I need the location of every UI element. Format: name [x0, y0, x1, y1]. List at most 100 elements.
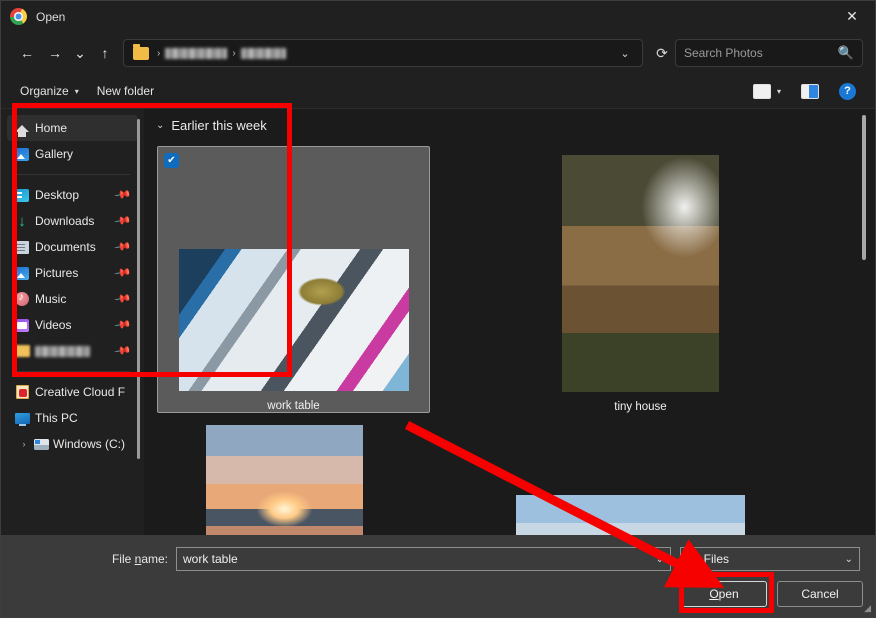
selection-checkbox[interactable]: ✔	[164, 153, 179, 168]
file-tile-tiny-house[interactable]: tiny house	[504, 146, 777, 413]
back-button[interactable]: ←	[13, 39, 41, 67]
breadcrumb-separator-2: ›	[232, 47, 236, 59]
videos-icon	[14, 317, 30, 333]
help-icon: ?	[839, 82, 856, 100]
sidebar-item-label: Pictures	[35, 266, 79, 280]
dialog-body: Home Gallery Desktop 📌 ↓ Downloads 📌 Doc…	[1, 103, 875, 535]
navigation-pane: Home Gallery Desktop 📌 ↓ Downloads 📌 Doc…	[1, 109, 144, 535]
refresh-icon[interactable]: ⟳	[649, 45, 675, 62]
open-button[interactable]: Open	[681, 581, 767, 607]
file-tile-work-table[interactable]: work table ✔	[157, 146, 430, 413]
sidebar-item-gallery[interactable]: Gallery	[7, 141, 138, 167]
preview-pane-icon	[801, 83, 819, 99]
pictures-icon	[14, 265, 30, 281]
filename-label: File name:	[1, 552, 176, 566]
folder-icon	[133, 43, 149, 60]
chevron-down-icon: ▾	[776, 86, 781, 96]
cancel-button[interactable]: Cancel	[777, 581, 863, 607]
desktop-icon	[14, 187, 30, 203]
this-pc-icon	[14, 410, 30, 426]
group-header[interactable]: ⌄ Earlier this week	[144, 109, 875, 137]
sidebar-item-windows-c[interactable]: › Windows (C:)	[7, 431, 138, 457]
filetype-select[interactable]: All Files ⌄	[680, 547, 860, 571]
pin-icon: 📌	[113, 264, 132, 283]
open-label-accel: O	[709, 587, 719, 601]
sidebar-item-label: Desktop	[35, 188, 80, 202]
search-box[interactable]: 🔍	[675, 39, 863, 67]
sidebar-item-documents[interactable]: Documents 📌	[7, 234, 138, 260]
tiny-house-photo	[562, 155, 719, 392]
chevron-down-icon[interactable]: ⌄	[845, 554, 853, 565]
sidebar-scrollbar-thumb[interactable]	[137, 119, 140, 459]
view-icon	[752, 83, 771, 99]
file-tile-label: work table	[267, 400, 320, 412]
preview-pane-button[interactable]	[792, 78, 828, 104]
sidebar-item-downloads[interactable]: ↓ Downloads 📌	[7, 208, 138, 234]
dialog-buttons: Open Cancel	[681, 581, 863, 607]
sidebar-item-label: This PC	[35, 411, 78, 425]
sunset-beach-photo	[206, 425, 363, 535]
pin-icon: 📌	[113, 186, 132, 205]
downloads-icon: ↓	[18, 212, 26, 230]
sidebar-item-label: Documents	[35, 240, 96, 254]
chevron-down-icon[interactable]: ⌄	[612, 47, 638, 60]
chevron-down-icon: ▾	[74, 86, 79, 96]
sidebar-divider	[13, 174, 130, 175]
gallery-icon	[14, 146, 30, 162]
chevron-down-icon[interactable]: ⌄	[156, 120, 164, 131]
recent-locations-button[interactable]: ⌄	[69, 39, 91, 67]
pin-icon: 📌	[113, 290, 132, 309]
sidebar-item-pictures[interactable]: Pictures 📌	[7, 260, 138, 286]
group-header-label: Earlier this week	[171, 118, 267, 133]
sidebar-item-creative-cloud[interactable]: › Creative Cloud F	[7, 379, 138, 405]
sidebar-item-videos[interactable]: Videos 📌	[7, 312, 138, 338]
sidebar-item-this-pc[interactable]: ⌄ This PC	[7, 405, 138, 431]
sidebar-item-music[interactable]: Music 📌	[7, 286, 138, 312]
sidebar-item-blurred[interactable]: 📌	[7, 338, 138, 364]
sidebar-item-label: Gallery	[35, 147, 74, 161]
sidebar-item-label: Downloads	[35, 214, 95, 228]
file-tile-sunset[interactable]	[206, 425, 386, 535]
organize-button[interactable]: Organize ▾	[11, 78, 88, 104]
new-folder-button[interactable]: New folder	[88, 78, 163, 104]
organize-label: Organize	[20, 84, 69, 98]
open-label-post: pen	[718, 587, 739, 601]
open-file-dialog: Open ✕ ← → ⌄ ↑ › › ⌄ ⟳ 🔍 Organize ▾	[0, 0, 876, 618]
help-button[interactable]: ?	[830, 78, 865, 104]
pin-icon: 📌	[113, 238, 132, 257]
chevron-right-icon[interactable]: ›	[17, 439, 31, 449]
sidebar-item-label: Home	[35, 121, 68, 135]
search-icon[interactable]: 🔍	[838, 45, 854, 61]
sidebar-item-label: Windows (C:)	[53, 437, 126, 451]
breadcrumb-segment-2[interactable]	[240, 47, 286, 59]
forward-button[interactable]: →	[41, 39, 69, 67]
home-icon	[14, 120, 30, 137]
title-bar: Open ✕	[1, 1, 875, 32]
dialog-footer: File name: work table ⌄ All Files ⌄ Open…	[1, 535, 875, 617]
filename-value: work table	[183, 552, 238, 566]
sidebar-item-desktop[interactable]: Desktop 📌	[7, 182, 138, 208]
breadcrumb-segment-1[interactable]	[165, 47, 228, 59]
view-options-button[interactable]: ▾	[744, 78, 790, 104]
search-input[interactable]	[684, 46, 838, 60]
sidebar-item-label: Creative Cloud F	[35, 385, 126, 399]
command-bar: Organize ▾ New folder ▾ ?	[1, 74, 875, 109]
filename-input[interactable]: work table ⌄	[176, 547, 671, 571]
content-scrollbar-thumb[interactable]	[862, 115, 866, 260]
breadcrumb-separator: ›	[157, 47, 161, 59]
sidebar-item-label	[35, 345, 90, 357]
documents-icon	[14, 239, 30, 255]
up-button[interactable]: ↑	[91, 39, 119, 67]
close-icon[interactable]: ✕	[829, 1, 875, 32]
filename-label-post: ame:	[141, 552, 168, 566]
sidebar-item-home[interactable]: Home	[7, 115, 138, 141]
window-title: Open	[36, 9, 66, 24]
filetype-value: All Files	[687, 552, 730, 566]
resize-grip[interactable]: ◢	[864, 603, 871, 614]
address-bar[interactable]: › › ⌄	[123, 39, 643, 67]
pin-icon: 📌	[113, 342, 132, 361]
chevron-down-icon[interactable]: ⌄	[656, 554, 664, 565]
file-tile-cloudy-sky[interactable]	[516, 495, 746, 535]
blurred-folder-icon	[14, 343, 30, 359]
file-list-view: ⌄ Earlier this week work table ✔ tiny ho…	[144, 109, 875, 535]
